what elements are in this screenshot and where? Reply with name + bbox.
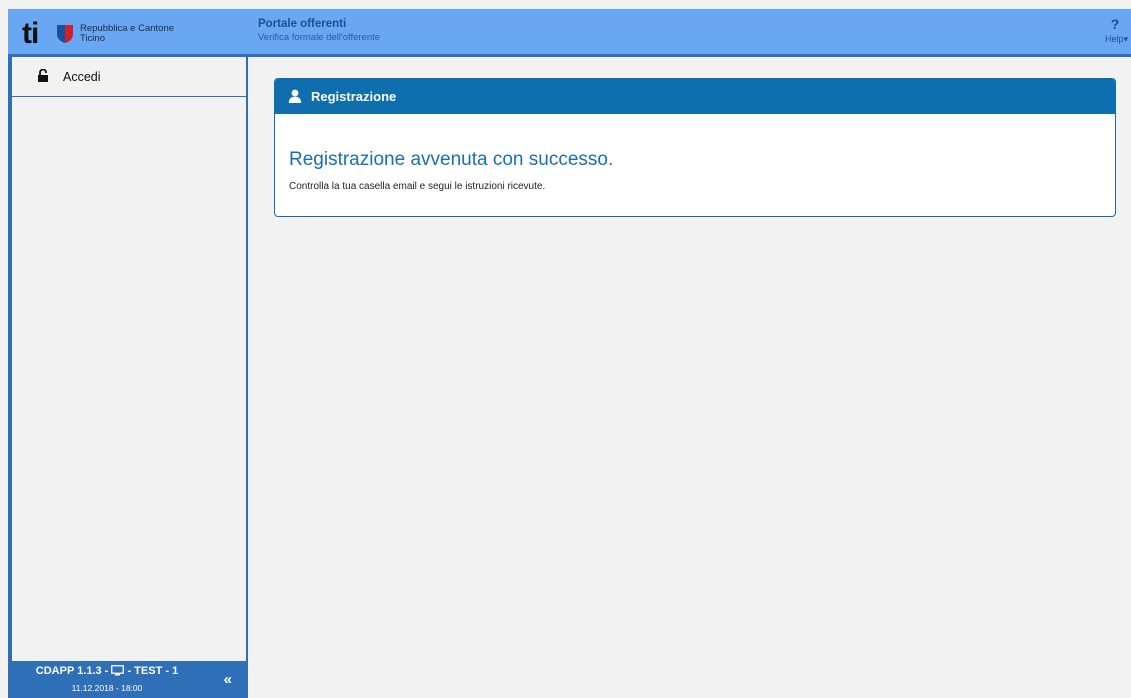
sidebar-footer: CDAPP 1.1.3 - - TEST - 1 11.12.2018 - 18… bbox=[12, 661, 246, 698]
collapse-sidebar-button[interactable]: « bbox=[224, 671, 232, 688]
sidebar-item-accedi[interactable]: Accedi bbox=[12, 57, 246, 97]
sidebar-item-label: Accedi bbox=[63, 70, 101, 84]
logo-text: Repubblica e Cantone Ticino bbox=[80, 24, 174, 44]
success-message: Controlla la tua casella email e segui l… bbox=[289, 181, 546, 192]
top-header: ti Repubblica e Cantone Ticino Portale o… bbox=[8, 9, 1131, 57]
help-menu-button[interactable]: Help▾ bbox=[1105, 34, 1128, 45]
sidebar: Accedi CDAPP 1.1.3 - - TEST - 1 11.12.20… bbox=[8, 57, 248, 698]
lock-open-icon bbox=[38, 69, 48, 82]
ticino-logo: ti bbox=[22, 17, 39, 50]
version-info: CDAPP 1.1.3 - - TEST - 1 bbox=[12, 665, 202, 677]
logo-text-line2: Ticino bbox=[80, 33, 105, 44]
app-window: ti Repubblica e Cantone Ticino Portale o… bbox=[0, 0, 1131, 698]
version-prefix: CDAPP 1.1.3 - bbox=[35, 665, 112, 677]
help-icon[interactable]: ? bbox=[1108, 16, 1122, 32]
panel-title: Registrazione bbox=[311, 89, 397, 104]
portal-title: Portale offerenti bbox=[258, 18, 347, 30]
monitor-icon bbox=[111, 665, 125, 676]
user-icon bbox=[288, 89, 302, 103]
version-suffix: - TEST - 1 bbox=[124, 665, 179, 677]
registration-panel: Registrazione Registrazione avvenuta con… bbox=[274, 78, 1116, 217]
shield-icon bbox=[57, 25, 73, 43]
success-heading: Registrazione avvenuta con successo. bbox=[289, 149, 614, 170]
build-date: 11.12.2018 - 18:00 bbox=[71, 683, 143, 693]
portal-subtitle: Verifica formale dell'offerente bbox=[258, 32, 381, 43]
panel-header: Registrazione bbox=[275, 79, 1115, 114]
